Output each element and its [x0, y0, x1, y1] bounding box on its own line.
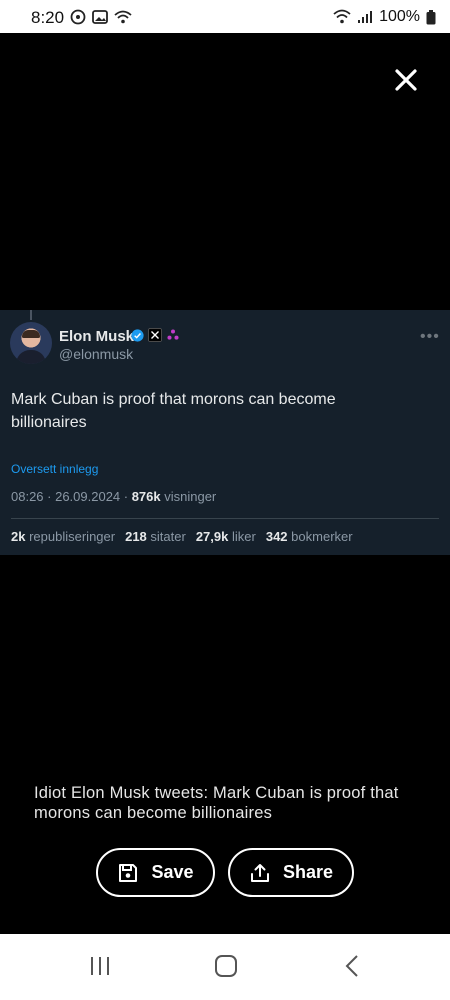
people-icon: [166, 328, 180, 347]
close-button[interactable]: [390, 64, 422, 96]
views-count: 876k: [131, 489, 161, 504]
stat-quotes[interactable]: 218 sitater: [125, 529, 186, 544]
back-button[interactable]: [342, 954, 362, 983]
views-label: visninger: [160, 489, 217, 504]
save-icon: [119, 863, 138, 882]
tweet-author-name: Elon Musk: [59, 328, 135, 345]
close-icon: [395, 69, 417, 91]
save-button[interactable]: Save: [96, 848, 215, 897]
share-icon: [250, 863, 269, 882]
stat-reposts[interactable]: 2k republiseringer: [11, 529, 115, 544]
author-badges: [131, 328, 180, 347]
share-button[interactable]: Share: [228, 848, 354, 897]
sync-icon: [70, 9, 86, 25]
more-options-icon[interactable]: •••: [420, 328, 440, 346]
x-affiliation-icon: [148, 328, 162, 347]
save-label: Save: [151, 862, 194, 882]
share-label: Share: [282, 862, 334, 882]
verified-badge-icon: [131, 328, 144, 347]
avatar: [10, 322, 52, 364]
status-notification-icons: [70, 9, 132, 25]
tweet-meta: 08:26 · 26.09.2024 · 876k visninger: [11, 489, 216, 504]
tweet-author-handle: @elonmusk: [59, 346, 134, 362]
thread-line: [30, 310, 32, 320]
battery-percentage: 100%: [379, 8, 420, 25]
home-icon: [215, 955, 237, 977]
status-time: 8:20: [31, 8, 65, 27]
tweet-stats: 2k republiseringer 218 sitater 27,9k lik…: [11, 529, 363, 544]
recent-apps-icon: [91, 957, 109, 975]
recent-apps-button[interactable]: [88, 954, 112, 983]
battery-icon: [426, 9, 436, 25]
divider: [11, 518, 439, 519]
system-navigation-bar: [0, 934, 450, 1000]
signal-icon: [357, 10, 373, 24]
tweet-text: Mark Cuban is proof that morons can beco…: [11, 391, 336, 431]
translate-post-link[interactable]: Oversett innlegg: [11, 462, 98, 476]
status-system-icons: 100%: [333, 8, 436, 26]
stat-likes[interactable]: 27,9k liker: [196, 529, 256, 544]
back-icon: [345, 955, 358, 977]
stat-bookmarks[interactable]: 342 bokmerker: [266, 529, 353, 544]
tweet-timestamp: 08:26 · 26.09.2024 ·: [11, 489, 132, 504]
image-caption: Idiot Elon Musk tweets: Mark Cuban is pr…: [34, 784, 399, 822]
wifi-call-icon: [114, 9, 132, 25]
wifi-icon: [333, 9, 351, 25]
home-button[interactable]: [213, 954, 239, 983]
status-bar: 8:20 100%: [0, 0, 450, 33]
gallery-icon: [92, 9, 108, 25]
